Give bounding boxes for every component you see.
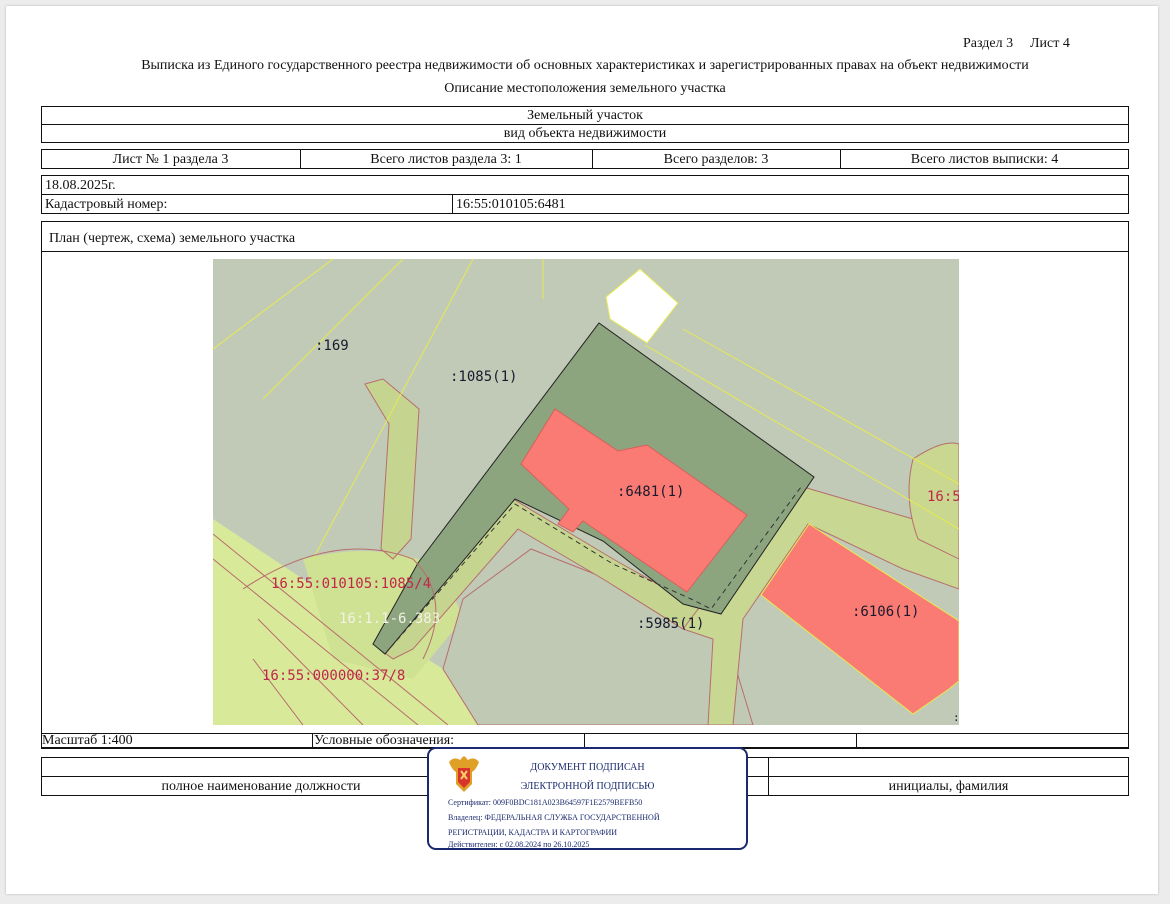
stamp-line1: ДОКУМЕНТ ПОДПИСАН [530, 762, 645, 773]
scale: Масштаб 1:400 [42, 733, 133, 748]
label-169: :169 [315, 338, 349, 354]
sections-total: Всего разделов: 3 [663, 152, 769, 167]
stamp-certificate: Сертификат: 009F0BDC181A023B64597F1E2579… [448, 798, 643, 807]
document-subtitle: Описание местоположения земельного участ… [444, 81, 726, 96]
plan-caption: План (чертеж, схема) земельного участка [49, 231, 296, 246]
label-6106: :6106(1) [852, 604, 919, 620]
label-37-8: 16:55:000000:37/8 [262, 668, 405, 684]
section-number: Раздел 3 [963, 36, 1014, 51]
parcel-plan-map: :169 :1085(1) :6481(1) :6106(1) :5985(1)… [213, 259, 959, 725]
legend-row [41, 733, 1129, 748]
sheet-number: Лист 4 [1030, 36, 1070, 51]
e-signature-stamp: ДОКУМЕНТ ПОДПИСАН ЭЛЕКТРОННОЙ ПОДПИСЬЮ С… [427, 747, 748, 850]
cadastral-label: Кадастровый номер: [45, 197, 168, 212]
label-6481: :6481(1) [617, 484, 684, 500]
label-1085: :1085(1) [450, 369, 517, 385]
extract-date: 18.08.2025г. [45, 178, 116, 193]
label-16-5: 16:5 [927, 489, 959, 505]
position-caption: полное наименование должности [161, 779, 361, 794]
object-type: Земельный участок [527, 108, 643, 123]
sheets-total: Всего листов выписки: 4 [910, 152, 1059, 167]
label-6383: 16:1.1-6.383 [339, 611, 440, 627]
sheet-no: Лист № 1 раздела 3 [112, 152, 229, 167]
object-type-caption: вид объекта недвижимости [503, 126, 667, 141]
label-5985: :5985(1) [637, 616, 704, 632]
label-1085-4: 16:55:010105:1085/4 [271, 576, 431, 592]
document-title: Выписка из Единого государственного реес… [141, 58, 1029, 73]
stamp-owner-1: Владелец: ФЕДЕРАЛЬНАЯ СЛУЖБА ГОСУДАРСТВЕ… [448, 813, 660, 822]
name-caption: инициалы, фамилия [888, 779, 1009, 794]
stamp-line2: ЭЛЕКТРОННОЙ ПОДПИСЬЮ [520, 781, 655, 792]
stamp-validity: Действителен: с 02.08.2024 по 26.10.2025 [448, 840, 590, 849]
cadastral-number: 16:55:010105:6481 [456, 197, 566, 212]
sheets-in-section: Всего листов раздела 3: 1 [370, 152, 522, 167]
label-colon: : [953, 711, 959, 724]
stamp-owner-2: РЕГИСТРАЦИИ, КАДАСТРА И КАРТОГРАФИИ [448, 828, 618, 837]
